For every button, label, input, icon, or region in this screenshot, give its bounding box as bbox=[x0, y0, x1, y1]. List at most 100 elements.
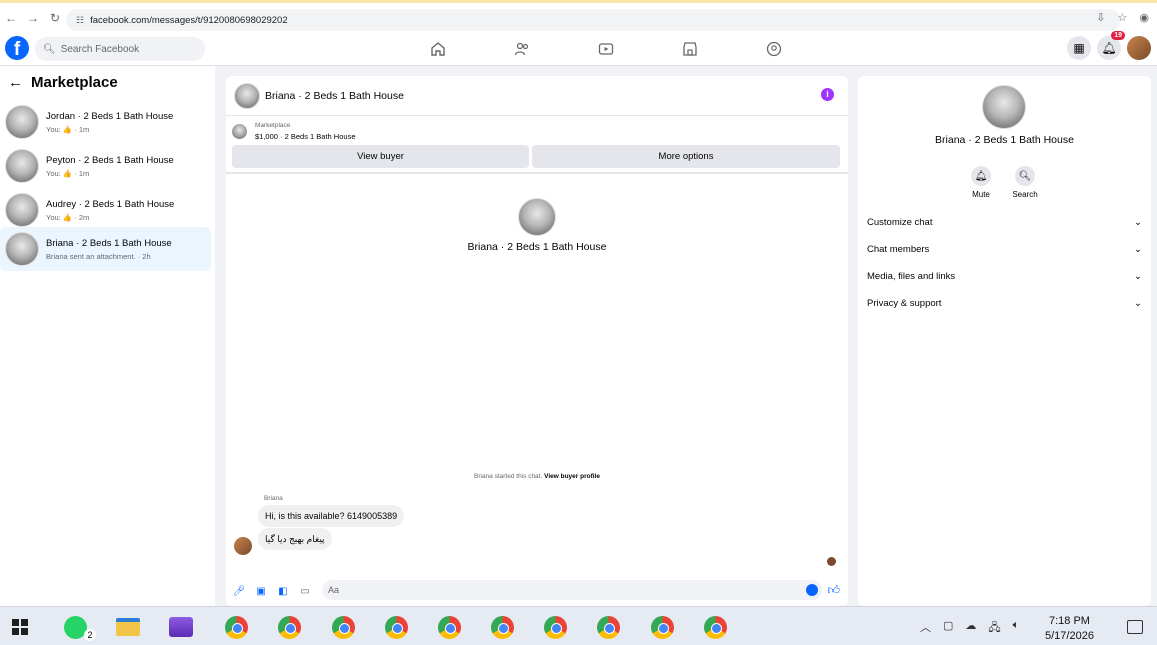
menu-grid-icon[interactable]: ▦ bbox=[1067, 36, 1091, 60]
sender-name: Briana bbox=[264, 495, 283, 502]
photo-icon[interactable]: ▣ bbox=[250, 586, 272, 597]
marketplace-chat-list: ← Marketplace Jordan · 2 Beds 1 Bath Hou… bbox=[0, 66, 215, 606]
house-avatar bbox=[5, 105, 39, 139]
app-taskbar-icon[interactable] bbox=[167, 614, 195, 640]
install-icon[interactable]: ⇩ bbox=[1096, 11, 1105, 24]
back-icon[interactable]: ← bbox=[0, 11, 22, 25]
section-label: Customize chat bbox=[867, 217, 933, 228]
meet-icon[interactable]: ▢ bbox=[943, 619, 953, 638]
browser-toolbar: ← → ↻ ☷ facebook.com/messages/t/91200806… bbox=[0, 0, 1157, 33]
friends-icon[interactable] bbox=[480, 38, 564, 60]
section-privacy-support[interactable]: Privacy & support ⌄ bbox=[867, 298, 1142, 309]
section-media-files[interactable]: Media, files and links ⌄ bbox=[867, 271, 1142, 282]
cloud-icon[interactable]: ☁ bbox=[965, 619, 976, 638]
listing-thumbnail[interactable] bbox=[232, 124, 247, 139]
more-options-button[interactable]: More options bbox=[532, 145, 840, 168]
conversation-item[interactable]: Peyton · 2 Beds 1 Bath House You: 👍 · 1m bbox=[0, 144, 211, 188]
section-customize-chat[interactable]: Customize chat ⌄ bbox=[867, 217, 1142, 228]
message-composer: 🎤︎ ▣ ◧ ▭ Aa 👍︎ bbox=[226, 576, 848, 606]
mute-button[interactable]: 🔔︎ Mute bbox=[961, 166, 1001, 199]
conversation-name: Briana · 2 Beds 1 Bath House bbox=[46, 237, 172, 249]
like-thumb-icon[interactable]: 👍︎ bbox=[827, 583, 840, 598]
url-text: facebook.com/messages/t/9120080698029202 bbox=[90, 14, 288, 26]
file-explorer-icon[interactable] bbox=[114, 614, 142, 640]
account-avatar[interactable] bbox=[1127, 36, 1151, 60]
gif-icon[interactable]: ▭ bbox=[294, 586, 316, 597]
conversation-name: Peyton · 2 Beds 1 Bath House bbox=[46, 154, 174, 166]
search-button[interactable]: 🔍︎ Search bbox=[1005, 166, 1045, 199]
home-icon[interactable] bbox=[396, 38, 480, 60]
info-icon[interactable]: i bbox=[821, 88, 834, 101]
chrome-icon[interactable] bbox=[488, 614, 516, 640]
chat-started-notice: Briana started this chat. View buyer pro… bbox=[226, 473, 848, 480]
bell-icon: 🔔︎ bbox=[971, 166, 991, 186]
action-center-icon[interactable] bbox=[1127, 620, 1143, 634]
conversation-item[interactable]: Audrey · 2 Beds 1 Bath House You: 👍 · 2m bbox=[0, 188, 211, 232]
conversation-item-active[interactable]: Briana · 2 Beds 1 Bath House Briana sent… bbox=[0, 227, 211, 271]
search-placeholder: Search Facebook bbox=[60, 43, 140, 55]
started-text: Briana started this chat. bbox=[474, 473, 543, 480]
volume-icon[interactable]: 🔈︎ bbox=[1013, 619, 1020, 638]
section-label: Privacy & support bbox=[867, 298, 942, 309]
reload-icon[interactable]: ↻ bbox=[44, 11, 66, 25]
conversation-preview: You: 👍 · 1m bbox=[46, 168, 90, 178]
details-name: Briana · 2 Beds 1 Bath House bbox=[935, 134, 1074, 146]
network-icon[interactable]: 🖧 bbox=[988, 619, 1000, 638]
chrome-icon[interactable] bbox=[541, 614, 569, 640]
chat-avatar[interactable] bbox=[234, 82, 260, 109]
conversation-name: Jordan · 2 Beds 1 Bath House bbox=[46, 110, 174, 122]
chrome-icon[interactable] bbox=[701, 614, 729, 640]
notification-badge: 19 bbox=[1111, 31, 1125, 40]
tune-icon[interactable]: ☷ bbox=[76, 15, 84, 26]
windows-taskbar: 2 ︿ ▢ ☁ 🖧 🔈︎ 7:18 PM 5/17/2026 bbox=[0, 606, 1157, 645]
view-buyer-profile-link[interactable]: View buyer profile bbox=[544, 473, 600, 480]
chevron-up-icon[interactable]: ︿ bbox=[920, 619, 931, 638]
watch-icon[interactable] bbox=[564, 38, 648, 60]
back-arrow-icon[interactable]: ← bbox=[8, 74, 23, 91]
chrome-icon[interactable] bbox=[275, 614, 303, 640]
chat-intro: Briana · 2 Beds 1 Bath House bbox=[226, 198, 848, 253]
section-chat-members[interactable]: Chat members ⌄ bbox=[867, 244, 1142, 255]
windows-start-icon[interactable] bbox=[12, 619, 28, 635]
facebook-header: f 🔍︎ Search Facebook ▦ 🔔︎ 19 bbox=[0, 31, 1157, 66]
message-bubble[interactable]: پیغام بھیج دیا گیا bbox=[258, 528, 332, 550]
address-bar[interactable]: ☷ facebook.com/messages/t/91200806980292… bbox=[66, 9, 1120, 31]
notifications-bell-icon[interactable]: 🔔︎ 19 bbox=[1097, 31, 1125, 60]
search-input[interactable]: 🔍︎ Search Facebook bbox=[35, 37, 205, 61]
conversation-preview: Briana sent an attachment. · 2h bbox=[46, 251, 151, 261]
message-bubble[interactable]: Hi, is this available? 6149005389 bbox=[258, 505, 405, 527]
conversation-item[interactable]: Jordan · 2 Beds 1 Bath House You: 👍 · 1m bbox=[0, 100, 211, 144]
section-label: Media, files and links bbox=[867, 271, 956, 282]
view-buyer-button[interactable]: View buyer bbox=[232, 145, 529, 168]
section-label: Chat members bbox=[867, 244, 930, 255]
listing-description[interactable]: $1,000 · 2 Beds 1 Bath House bbox=[255, 132, 356, 141]
house-avatar bbox=[5, 232, 39, 266]
chrome-icon[interactable] bbox=[329, 614, 357, 640]
marketplace-icon[interactable] bbox=[648, 38, 732, 60]
sticker-icon[interactable]: ◧ bbox=[272, 586, 294, 597]
chrome-icon[interactable] bbox=[648, 614, 676, 640]
forward-icon[interactable]: → bbox=[22, 11, 44, 25]
chrome-icon[interactable] bbox=[222, 614, 250, 640]
intro-avatar[interactable] bbox=[518, 198, 556, 236]
conversation-preview: You: 👍 · 1m bbox=[46, 124, 90, 134]
chat-header: Briana · 2 Beds 1 Bath House i bbox=[226, 76, 848, 116]
bookmark-star-icon[interactable]: ☆ bbox=[1118, 11, 1128, 24]
taskbar-clock[interactable]: 7:18 PM 5/17/2026 bbox=[1045, 614, 1094, 644]
house-avatar bbox=[5, 149, 39, 183]
main-nav bbox=[396, 38, 816, 60]
chrome-icon[interactable] bbox=[382, 614, 410, 640]
chevron-down-icon: ⌄ bbox=[1134, 271, 1142, 282]
emoji-icon[interactable] bbox=[806, 584, 818, 596]
message-input[interactable]: Aa bbox=[322, 580, 822, 600]
facebook-logo[interactable]: f bbox=[5, 36, 29, 60]
chrome-icon[interactable] bbox=[594, 614, 622, 640]
details-avatar[interactable] bbox=[982, 85, 1026, 129]
system-tray: ︿ ▢ ☁ 🖧 🔈︎ bbox=[920, 619, 1019, 638]
sender-avatar bbox=[234, 537, 252, 555]
chat-title[interactable]: Briana · 2 Beds 1 Bath House bbox=[265, 90, 404, 102]
microphone-icon[interactable]: 🎤︎ bbox=[228, 586, 250, 597]
profile-icon[interactable]: ◉ bbox=[1139, 11, 1149, 24]
groups-icon[interactable] bbox=[732, 38, 816, 60]
chrome-icon[interactable] bbox=[435, 614, 463, 640]
